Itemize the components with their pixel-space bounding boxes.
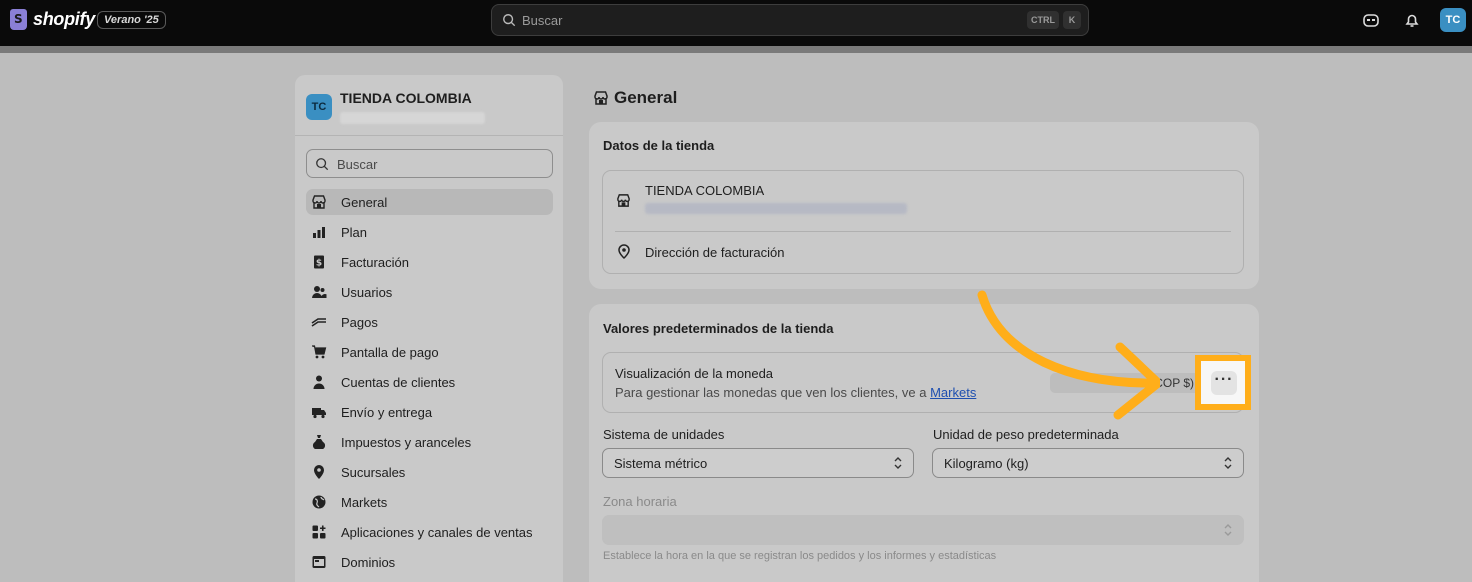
sidebar-item-pagos[interactable]: Pagos xyxy=(306,309,553,335)
sidebar-item-envio-y-entrega[interactable]: Envío y entrega xyxy=(306,399,553,425)
shortcut-ctrl-key: CTRL xyxy=(1027,11,1059,29)
store-header[interactable]: TC TIENDA COLOMBIA xyxy=(295,75,563,136)
timezone-label: Zona horaria xyxy=(603,494,677,509)
units-select[interactable]: Sistema métrico xyxy=(602,448,914,478)
currency-description-text: Para gestionar las monedas que ven los c… xyxy=(615,385,927,400)
sidebar-item-label: Plan xyxy=(341,224,368,240)
select-chevron-icon xyxy=(1224,524,1232,536)
currency-description: Para gestionar las monedas que ven los c… xyxy=(615,385,976,400)
currency-value: COP $) xyxy=(1154,376,1194,390)
store-details-box: TIENDA COLOMBIA Dirección de facturación xyxy=(602,170,1244,274)
sidebar-item-label: Impuestos y aranceles xyxy=(341,434,472,450)
cart-icon xyxy=(311,344,327,360)
sidebar-item-pantalla-de-pago[interactable]: Pantalla de pago xyxy=(306,339,553,365)
sidebar-item-label: Usuarios xyxy=(341,284,393,300)
sidebar-item-label: Pagos xyxy=(341,314,378,330)
select-chevron-icon xyxy=(894,457,902,469)
weight-label: Unidad de peso predeterminada xyxy=(933,427,1119,442)
globe-icon xyxy=(311,494,327,510)
store-profile-row[interactable]: TIENDA COLOMBIA xyxy=(603,171,1243,231)
sidebar-item-markets[interactable]: Markets xyxy=(306,489,553,515)
timezone-select[interactable] xyxy=(602,515,1244,545)
shopify-logo[interactable]: shopify xyxy=(10,9,95,30)
sidebar-item-usuarios[interactable]: Usuarios xyxy=(306,279,553,305)
search-icon xyxy=(316,158,329,171)
sidebar-item-label: Cuentas de clientes xyxy=(341,374,456,390)
more-actions-button[interactable]: ··· xyxy=(1211,371,1237,395)
weight-select-value: Kilogramo (kg) xyxy=(944,456,1029,471)
currency-display-label: Visualización de la moneda xyxy=(615,366,774,381)
user-avatar[interactable]: TC xyxy=(1440,8,1466,32)
sidebar-item-label: Dominios xyxy=(341,554,396,570)
store-details-card: Datos de la tienda TIENDA COLOMBIA Direc… xyxy=(589,122,1259,289)
billing-icon: $ xyxy=(311,254,327,270)
store-contact-redacted xyxy=(645,203,907,214)
sidebar-item-label: Pantalla de pago xyxy=(341,344,439,360)
sidebar-item-label: Envío y entrega xyxy=(341,404,433,420)
apps-icon xyxy=(311,524,327,540)
store-icon xyxy=(311,194,327,210)
shortcut-k-key: K xyxy=(1063,11,1081,29)
truck-icon xyxy=(311,404,327,420)
location-pin-icon xyxy=(618,244,630,260)
card-title: Datos de la tienda xyxy=(603,138,715,153)
plan-icon xyxy=(311,224,327,240)
person-icon xyxy=(311,374,327,390)
store-icon xyxy=(617,194,630,207)
store-name: TIENDA COLOMBIA xyxy=(340,90,472,106)
store-name: TIENDA COLOMBIA xyxy=(645,183,765,198)
search-placeholder: Buscar xyxy=(337,157,378,172)
location-icon xyxy=(311,464,327,480)
top-bar: shopify Verano '25 Buscar CTRL K TC xyxy=(0,0,1472,46)
card-title: Valores predeterminados de la tienda xyxy=(603,321,834,336)
store-avatar: TC xyxy=(306,94,332,120)
users-icon xyxy=(311,284,327,300)
billing-address-row[interactable]: Dirección de facturación xyxy=(603,232,1243,274)
store-email-redacted xyxy=(340,112,485,124)
sidebar-item-label: Sucursales xyxy=(341,464,406,480)
sidebar-item-plan[interactable]: Plan xyxy=(306,219,553,245)
settings-sidebar: TC TIENDA COLOMBIA Buscar General Plan $… xyxy=(295,75,563,582)
search-placeholder: Buscar xyxy=(522,13,563,28)
sidebar-item-impuestos-y-aranceles[interactable]: Impuestos y aranceles xyxy=(306,429,553,455)
timezone-help-text: Establece la hora en la que se registran… xyxy=(603,550,997,562)
units-label: Sistema de unidades xyxy=(603,427,725,442)
topbar-divider xyxy=(0,46,1472,53)
brand-name: shopify xyxy=(33,9,95,29)
sidebar-item-sucursales[interactable]: Sucursales xyxy=(306,459,553,485)
sidebar-item-general[interactable]: General xyxy=(306,189,553,215)
settings-search-input[interactable]: Buscar xyxy=(306,149,553,178)
page-title-text: General xyxy=(614,88,678,107)
sidebar-item-label: Aplicaciones y canales de ventas xyxy=(341,524,533,540)
units-select-value: Sistema métrico xyxy=(614,456,708,471)
bell-icon[interactable] xyxy=(1403,11,1421,29)
weight-unit-select[interactable]: Kilogramo (kg) xyxy=(932,448,1244,478)
sidebar-item-label: General xyxy=(341,194,388,210)
page-title: General xyxy=(593,88,677,108)
annotation-arrow-icon xyxy=(977,290,1160,420)
tax-bag-icon xyxy=(311,434,327,450)
svg-text:$: $ xyxy=(316,259,322,269)
edition-badge[interactable]: Verano '25 xyxy=(97,11,166,29)
select-chevron-icon xyxy=(1224,457,1232,469)
sidebar-item-aplicaciones[interactable]: Aplicaciones y canales de ventas xyxy=(306,519,553,545)
global-search-input[interactable]: Buscar CTRL K xyxy=(491,4,1089,36)
settings-nav: General Plan $ Facturación Usuarios Pago… xyxy=(306,189,553,579)
sidebar-item-label: Markets xyxy=(341,494,388,510)
sidebar-item-cuentas-de-clientes[interactable]: Cuentas de clientes xyxy=(306,369,553,395)
store-icon xyxy=(594,91,608,105)
domain-icon xyxy=(311,554,327,570)
billing-address-label: Dirección de facturación xyxy=(645,245,785,260)
payments-icon xyxy=(311,314,327,330)
sidebar-item-dominios[interactable]: Dominios xyxy=(306,549,553,575)
shopify-bag-icon xyxy=(10,9,27,30)
highlight-frame: ··· xyxy=(1195,355,1251,410)
sidekick-icon[interactable] xyxy=(1362,11,1380,29)
sidebar-item-facturacion[interactable]: $ Facturación xyxy=(306,249,553,275)
sidebar-item-label: Facturación xyxy=(341,254,409,270)
search-icon xyxy=(503,14,516,27)
